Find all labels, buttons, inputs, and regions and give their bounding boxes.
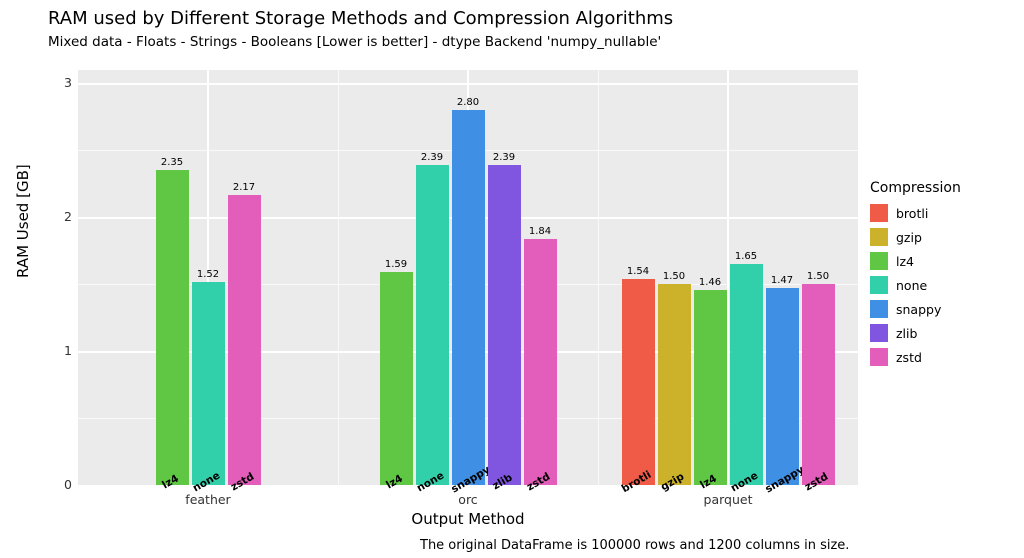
y-tick-label: 3 <box>64 75 72 90</box>
bar-parquet-none <box>730 264 763 485</box>
legend: Compression brotli gzip lz4 none snappy zlib z… <box>870 180 961 372</box>
bar-parquet-lz4 <box>694 290 727 485</box>
bar-orc-lz4 <box>380 272 413 485</box>
x-axis-label: Output Method <box>78 510 858 528</box>
legend-swatch <box>870 348 888 366</box>
legend-label: gzip <box>896 230 922 245</box>
bar-value-label: 1.84 <box>520 226 560 237</box>
bar-value-label: 1.65 <box>726 251 766 262</box>
legend-label: snappy <box>896 302 941 317</box>
legend-item-zstd: zstd <box>870 348 961 366</box>
bar-feather-zstd <box>228 195 261 486</box>
bar-value-label: 1.47 <box>762 275 802 286</box>
legend-swatch <box>870 252 888 270</box>
legend-swatch <box>870 300 888 318</box>
y-tick-label: 2 <box>64 209 72 224</box>
bar-value-label: 2.17 <box>224 182 264 193</box>
legend-swatch <box>870 324 888 342</box>
legend-swatch <box>870 204 888 222</box>
group-label: feather <box>78 492 338 507</box>
bar-parquet-gzip <box>658 284 691 485</box>
bar-feather-none <box>192 282 225 485</box>
bar-value-label: 1.50 <box>798 271 838 282</box>
bar-value-label: 1.50 <box>654 271 694 282</box>
legend-item-brotli: brotli <box>870 204 961 222</box>
bar-value-label: 2.39 <box>484 152 524 163</box>
chart-container: RAM used by Different Storage Methods an… <box>0 0 1024 558</box>
legend-item-lz4: lz4 <box>870 252 961 270</box>
bar-value-label: 1.59 <box>376 259 416 270</box>
legend-item-none: none <box>870 276 961 294</box>
bar-orc-snappy <box>452 110 485 485</box>
legend-label: zlib <box>896 326 917 341</box>
bar-parquet-brotli <box>622 279 655 485</box>
legend-label: lz4 <box>896 254 914 269</box>
bar-value-label: 2.35 <box>152 157 192 168</box>
bar-parquet-zstd <box>802 284 835 485</box>
bar-value-label: 1.54 <box>618 266 658 277</box>
bar-parquet-snappy <box>766 288 799 485</box>
legend-swatch <box>870 276 888 294</box>
bar-feather-lz4 <box>156 170 189 485</box>
legend-title: Compression <box>870 180 961 196</box>
legend-label: none <box>896 278 927 293</box>
chart-subtitle: Mixed data - Floats - Strings - Booleans… <box>48 34 661 50</box>
legend-item-snappy: snappy <box>870 300 961 318</box>
legend-label: zstd <box>896 350 922 365</box>
group-label: orc <box>338 492 598 507</box>
bar-value-label: 2.80 <box>448 97 488 108</box>
bar-value-label: 1.52 <box>188 269 228 280</box>
bar-orc-zlib <box>488 165 521 485</box>
legend-swatch <box>870 228 888 246</box>
legend-item-gzip: gzip <box>870 228 961 246</box>
gridline-x-minor <box>598 70 599 485</box>
bar-value-label: 1.46 <box>690 277 730 288</box>
bar-value-label: 2.39 <box>412 152 452 163</box>
chart-caption: The original DataFrame is 100000 rows an… <box>420 538 849 553</box>
y-tick-label: 0 <box>64 477 72 492</box>
y-axis-label: RAM Used [GB] <box>14 164 32 278</box>
y-tick-label: 1 <box>64 343 72 358</box>
legend-item-zlib: zlib <box>870 324 961 342</box>
group-label: parquet <box>598 492 858 507</box>
gridline-x-minor <box>338 70 339 485</box>
chart-title: RAM used by Different Storage Methods an… <box>48 8 673 29</box>
legend-label: brotli <box>896 206 928 221</box>
bar-orc-zstd <box>524 239 557 485</box>
bar-orc-none <box>416 165 449 485</box>
